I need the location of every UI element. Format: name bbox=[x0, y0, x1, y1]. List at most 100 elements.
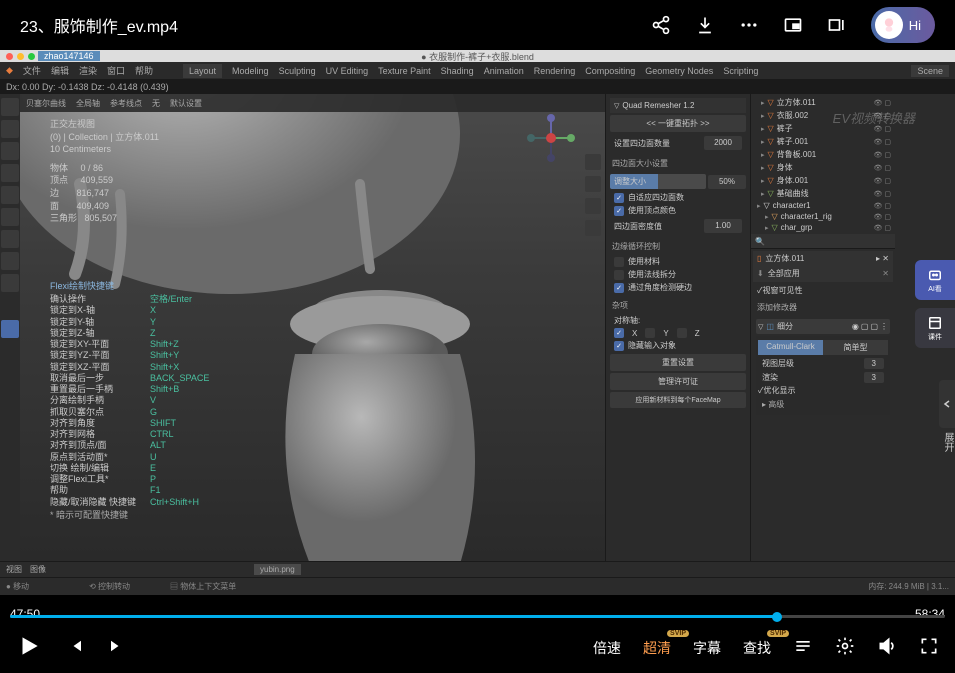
pan-icon[interactable] bbox=[585, 176, 601, 192]
prev-button[interactable] bbox=[66, 637, 84, 660]
3d-viewport[interactable]: 贝塞尔曲线 全局轴 参考线点 无 默认设置 bbox=[20, 94, 605, 561]
vp-scale: 10 Centimeters bbox=[50, 143, 159, 156]
workspace-tab-rendering[interactable]: Rendering bbox=[534, 66, 576, 76]
menu-file[interactable]: 文件 bbox=[23, 64, 41, 77]
subsurf-modifier[interactable]: ▽ ◫ 细分 ◉▢▢⋮ bbox=[756, 319, 890, 334]
outliner-item[interactable]: ▸▽裤子.001👁▢ bbox=[753, 135, 893, 148]
outliner-item[interactable]: ▸▽character1_rig👁▢ bbox=[753, 211, 893, 222]
tool-scale[interactable] bbox=[1, 186, 19, 204]
workspace-tab-compositing[interactable]: Compositing bbox=[585, 66, 635, 76]
quad-count-field[interactable]: 2000 bbox=[704, 136, 742, 150]
vp-place[interactable]: 默认设置 bbox=[170, 98, 202, 109]
courseware-tab[interactable]: 课件 bbox=[915, 308, 955, 348]
volume-icon[interactable] bbox=[877, 636, 897, 661]
workspace-tab-shading[interactable]: Shading bbox=[441, 66, 474, 76]
minimize-window-button[interactable] bbox=[17, 53, 24, 60]
simple-button[interactable]: 简单型 bbox=[823, 340, 888, 355]
workspace-tab-layout[interactable]: Layout bbox=[183, 64, 222, 78]
sym-x-checkbox[interactable]: ✓ bbox=[614, 328, 624, 338]
outliner-item[interactable]: ▸▽character1👁▢ bbox=[753, 200, 893, 211]
playlist-icon[interactable] bbox=[793, 636, 813, 661]
detect-hard-checkbox[interactable]: ✓ bbox=[614, 283, 624, 293]
menu-edit[interactable]: 编辑 bbox=[51, 64, 69, 77]
catmull-clark-button[interactable]: Catmull-Clark bbox=[758, 340, 823, 355]
workspace-tab-geonodes[interactable]: Geometry Nodes bbox=[645, 66, 713, 76]
outliner-item[interactable]: ▸▽基础曲线👁▢ bbox=[753, 187, 893, 200]
workspace-tab-modeling[interactable]: Modeling bbox=[232, 66, 269, 76]
next-button[interactable] bbox=[108, 637, 126, 660]
tool-tweak[interactable] bbox=[1, 98, 19, 116]
sym-z-checkbox[interactable] bbox=[677, 328, 687, 338]
user-tag: zhao147146 bbox=[38, 51, 100, 61]
memory-info: 内存: 244.9 MiB | 3.1... bbox=[868, 581, 949, 592]
viewport-levels-field[interactable]: 3 bbox=[864, 358, 884, 369]
ai-tab[interactable]: AI看 bbox=[915, 260, 955, 300]
tool-annotate[interactable] bbox=[1, 230, 19, 248]
scene-dropdown[interactable]: Scene bbox=[911, 65, 949, 77]
tool-measure[interactable] bbox=[1, 252, 19, 270]
download-icon[interactable] bbox=[695, 15, 715, 35]
more-icon[interactable] bbox=[739, 15, 759, 35]
use-material-checkbox[interactable] bbox=[614, 257, 624, 267]
share-icon[interactable] bbox=[651, 15, 671, 35]
subtitle-button[interactable]: 字幕 bbox=[693, 638, 721, 658]
vp-ref[interactable]: 参考线点 bbox=[110, 98, 142, 109]
outliner-item[interactable]: ▸▽身体.001👁▢ bbox=[753, 174, 893, 187]
vp-curve-type[interactable]: 贝塞尔曲线 bbox=[26, 98, 66, 109]
maximize-window-button[interactable] bbox=[28, 53, 35, 60]
remesh-button[interactable]: << 一键重拓扑 >> bbox=[610, 115, 746, 132]
adaptive-quad-checkbox[interactable]: ✓ bbox=[614, 193, 624, 203]
tool-move[interactable] bbox=[1, 142, 19, 160]
img-editor-image[interactable]: 图像 bbox=[30, 564, 46, 575]
workspace-tab-animation[interactable]: Animation bbox=[484, 66, 524, 76]
adjust-size-slider[interactable]: 调整大小 bbox=[610, 174, 706, 189]
tool-flexi-active[interactable] bbox=[1, 320, 19, 338]
outliner-search[interactable]: 🔍 bbox=[751, 234, 895, 248]
camera-icon[interactable] bbox=[585, 198, 601, 214]
persp-icon[interactable] bbox=[585, 220, 601, 236]
workspace-tab-uv[interactable]: UV Editing bbox=[326, 66, 369, 76]
hide-input-checkbox[interactable]: ✓ bbox=[614, 341, 624, 351]
density-field[interactable]: 1.00 bbox=[704, 219, 742, 233]
workspace-tab-sculpting[interactable]: Sculpting bbox=[279, 66, 316, 76]
facemap-button[interactable]: 应用新材料到每个FaceMap bbox=[610, 392, 746, 408]
close-window-button[interactable] bbox=[6, 53, 13, 60]
vertex-color-checkbox[interactable]: ✓ bbox=[614, 206, 624, 216]
workspace-tab-texture[interactable]: Texture Paint bbox=[378, 66, 431, 76]
zoom-icon[interactable] bbox=[585, 154, 601, 170]
fullscreen-icon[interactable] bbox=[919, 636, 939, 661]
img-editor-view[interactable]: 视图 bbox=[6, 564, 22, 575]
tool-transform[interactable] bbox=[1, 208, 19, 226]
sym-y-checkbox[interactable] bbox=[645, 328, 655, 338]
outliner-item[interactable]: ▸▽身体👁▢ bbox=[753, 161, 893, 174]
assistant-avatar bbox=[875, 11, 903, 39]
search-button[interactable]: 查找 SVIP bbox=[743, 638, 771, 658]
reset-settings-button[interactable]: 重置设置 bbox=[610, 354, 746, 371]
menu-help[interactable]: 帮助 bbox=[135, 64, 153, 77]
outliner-item[interactable]: ▸▽背鲁板.001👁▢ bbox=[753, 148, 893, 161]
tool-add[interactable] bbox=[1, 274, 19, 292]
normal-split-checkbox[interactable] bbox=[614, 270, 624, 280]
outliner-item[interactable]: ▸▽char_grp👁▢ bbox=[753, 222, 893, 233]
vp-axis[interactable]: 全局轴 bbox=[76, 98, 100, 109]
image-filename[interactable]: yubin.png bbox=[254, 564, 301, 575]
speed-button[interactable]: 倍速 bbox=[593, 638, 621, 658]
render-levels-field[interactable]: 3 bbox=[864, 372, 884, 383]
workspace-tab-scripting[interactable]: Scripting bbox=[723, 66, 758, 76]
vp-snap[interactable]: 无 bbox=[152, 98, 160, 109]
license-button[interactable]: 管理许可证 bbox=[610, 373, 746, 390]
menu-window[interactable]: 窗口 bbox=[107, 64, 125, 77]
play-button[interactable] bbox=[16, 633, 42, 664]
expand-sidebar-button[interactable] bbox=[939, 380, 955, 428]
theater-icon[interactable] bbox=[827, 15, 847, 35]
progress-bar[interactable] bbox=[10, 615, 945, 618]
nav-gizmo[interactable] bbox=[527, 114, 575, 162]
hi-assistant-button[interactable]: Hi bbox=[871, 7, 935, 43]
pip-icon[interactable] bbox=[783, 15, 803, 35]
quality-button[interactable]: 超清 SVIP bbox=[643, 638, 671, 658]
menu-render[interactable]: 渲染 bbox=[79, 64, 97, 77]
settings-icon[interactable] bbox=[835, 636, 855, 661]
apply-all-button[interactable]: 全部应用 bbox=[768, 268, 800, 279]
tool-rotate[interactable] bbox=[1, 164, 19, 182]
tool-cursor[interactable] bbox=[1, 120, 19, 138]
